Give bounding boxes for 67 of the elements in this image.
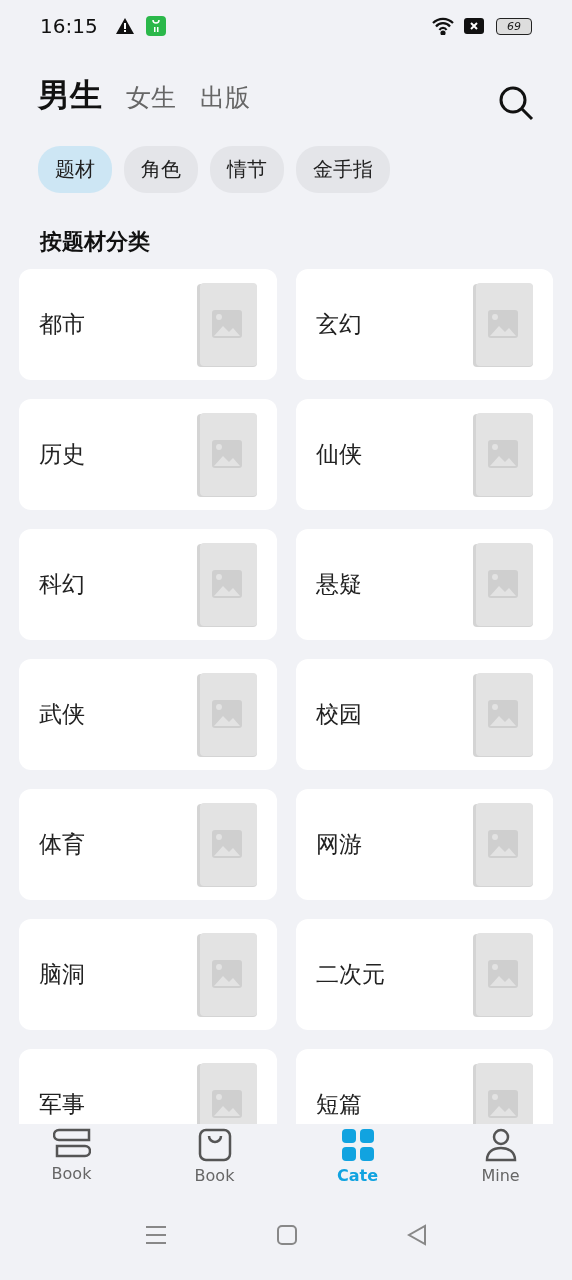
section-title: 按题材分类 — [38, 228, 151, 256]
shopping-bag-icon — [197, 1128, 232, 1162]
book-cover-placeholder-icon — [472, 671, 534, 758]
category-card[interactable]: 二次元 — [295, 919, 553, 1030]
person-icon — [483, 1128, 518, 1162]
book-cover-placeholder-icon — [472, 541, 534, 628]
book-cover-placeholder-icon — [195, 671, 258, 758]
nav-tab[interactable]: Book — [21, 1128, 122, 1183]
back-icon[interactable] — [407, 1224, 427, 1246]
category-label: 体育 — [39, 830, 85, 859]
home-icon[interactable] — [277, 1225, 297, 1245]
book-cover-placeholder-icon — [195, 281, 258, 368]
book-cover-placeholder-icon — [472, 931, 534, 1018]
category-label: 都市 — [39, 310, 85, 339]
category-label: 脑洞 — [39, 960, 85, 989]
filter-chip[interactable]: 情节 — [210, 146, 284, 193]
category-card[interactable]: 军事 — [19, 1049, 277, 1124]
sim-blocked-icon — [464, 18, 484, 34]
book-cover-placeholder-icon — [195, 411, 258, 498]
books-icon — [52, 1128, 91, 1160]
search-icon[interactable] — [498, 85, 534, 121]
filter-chip[interactable]: 角色 — [124, 146, 198, 193]
category-card[interactable]: 体育 — [19, 789, 277, 900]
category-card[interactable]: 网游 — [295, 789, 553, 900]
book-cover-placeholder-icon — [472, 281, 534, 368]
status-time: 16:15 — [40, 14, 98, 38]
category-card[interactable]: 仙侠 — [295, 399, 553, 510]
app-notification-icon — [145, 16, 166, 36]
wifi-icon — [432, 17, 454, 35]
category-label: 武侠 — [39, 700, 85, 729]
category-label: 短篇 — [315, 1090, 362, 1119]
book-cover-placeholder-icon — [472, 801, 534, 888]
filter-chip[interactable]: 题材 — [38, 146, 112, 193]
gender-tab[interactable]: 女生 — [126, 81, 176, 114]
category-label: 悬疑 — [315, 570, 362, 599]
book-cover-placeholder-icon — [472, 1061, 534, 1124]
grid-icon — [340, 1128, 375, 1162]
filter-chip[interactable]: 金手指 — [296, 146, 390, 193]
book-cover-placeholder-icon — [195, 1061, 258, 1124]
category-card[interactable]: 短篇 — [295, 1049, 553, 1124]
battery-icon: 69 — [496, 17, 532, 35]
category-card[interactable]: 科幻 — [19, 529, 277, 640]
category-card[interactable]: 历史 — [19, 399, 277, 510]
category-label: 网游 — [315, 830, 362, 859]
category-label: 历史 — [39, 440, 85, 469]
category-card[interactable]: 武侠 — [19, 659, 277, 770]
nav-tab[interactable]: Mine — [450, 1128, 551, 1185]
category-label: 二次元 — [315, 960, 385, 989]
category-card[interactable]: 悬疑 — [295, 529, 553, 640]
category-card[interactable]: 脑洞 — [19, 919, 277, 1030]
category-label: 仙侠 — [315, 440, 362, 469]
book-cover-placeholder-icon — [195, 931, 258, 1018]
category-label: 军事 — [39, 1090, 85, 1119]
book-cover-placeholder-icon — [472, 411, 534, 498]
gender-tab[interactable]: 男生 — [38, 74, 102, 118]
book-cover-placeholder-icon — [195, 801, 258, 888]
book-cover-placeholder-icon — [195, 541, 258, 628]
category-card[interactable]: 校园 — [295, 659, 553, 770]
nav-tab[interactable]: Book — [164, 1128, 265, 1185]
category-card[interactable]: 都市 — [19, 269, 277, 380]
gender-tab[interactable]: 出版 — [200, 81, 250, 114]
category-label: 科幻 — [39, 570, 85, 599]
category-label: 校园 — [315, 700, 362, 729]
warning-icon — [115, 18, 134, 34]
category-label: 玄幻 — [315, 310, 362, 339]
category-card[interactable]: 玄幻 — [295, 269, 553, 380]
menu-icon[interactable] — [145, 1225, 167, 1245]
